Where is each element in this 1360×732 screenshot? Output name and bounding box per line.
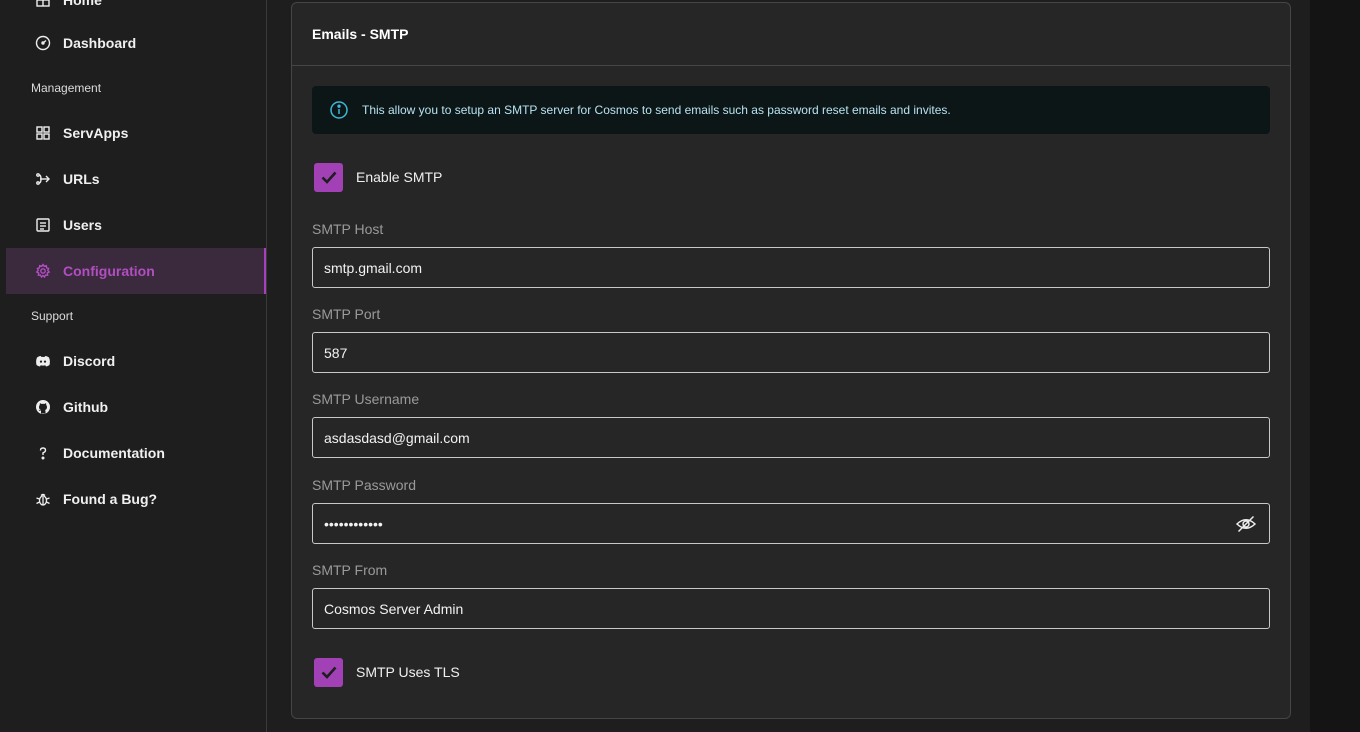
sidebar-item-label: Github: [63, 399, 109, 415]
smtp-uses-tls-row: SMTP Uses TLS: [312, 657, 460, 687]
section-label-management: Management: [31, 81, 102, 95]
enable-smtp-checkbox[interactable]: [314, 162, 343, 192]
info-icon: [329, 100, 349, 120]
sidebar-item-label: Discord: [63, 353, 116, 369]
bug-icon: [34, 490, 52, 508]
sidebar-item-documentation[interactable]: Documentation: [6, 430, 266, 476]
smtp-username-input[interactable]: asdasdasd@gmail.com: [312, 417, 1270, 458]
smtp-password-label: SMTP Password: [312, 477, 416, 493]
sidebar-item-label: ServApps: [63, 125, 129, 141]
sidebar-item-label: Documentation: [63, 445, 165, 461]
github-icon: [34, 398, 52, 416]
sidebar-item-users[interactable]: Users: [6, 202, 266, 248]
smtp-uses-tls-label: SMTP Uses TLS: [356, 664, 460, 680]
question-icon: [34, 444, 52, 462]
info-alert: This allow you to setup an SMTP server f…: [312, 86, 1270, 134]
smtp-from-label: SMTP From: [312, 562, 388, 578]
section-label-support: Support: [31, 309, 74, 323]
discord-icon: [34, 352, 52, 370]
sidebar-item-found-a-bug[interactable]: Found a Bug?: [6, 476, 266, 522]
enable-smtp-row: Enable SMTP: [312, 162, 442, 192]
smtp-host-label: SMTP Host: [312, 221, 384, 237]
sidebar-item-dashboard[interactable]: Dashboard: [6, 20, 266, 66]
smtp-settings-card: Emails - SMTP This allow you to setup an…: [291, 2, 1291, 719]
enable-smtp-label: Enable SMTP: [356, 169, 443, 185]
sidebar-item-urls[interactable]: URLs: [6, 156, 266, 202]
sidebar-item-label: Home: [63, 0, 102, 8]
card-title: Emails - SMTP: [292, 3, 1290, 66]
smtp-password-input[interactable]: ••••••••••••: [324, 516, 383, 532]
sidebar-item-label: Configuration: [63, 263, 155, 279]
sidebar-item-configuration[interactable]: Configuration: [6, 248, 266, 294]
sidebar-item-servapps[interactable]: ServApps: [6, 110, 266, 156]
info-text: This allow you to setup an SMTP server f…: [362, 103, 951, 117]
smtp-from-input[interactable]: Cosmos Server Admin: [312, 588, 1270, 629]
sidebar-item-discord[interactable]: Discord: [6, 338, 266, 384]
smtp-uses-tls-checkbox[interactable]: [314, 657, 343, 687]
route-icon: [34, 170, 52, 188]
eye-off-icon[interactable]: [1235, 513, 1257, 535]
sidebar-item-label: URLs: [63, 171, 100, 187]
sidebar-item-github[interactable]: Github: [6, 384, 266, 430]
home-icon: [34, 0, 52, 9]
smtp-password-field[interactable]: ••••••••••••: [312, 503, 1270, 544]
dashboard-icon: [34, 34, 52, 52]
grid-icon: [34, 124, 52, 142]
smtp-port-input[interactable]: 587: [312, 332, 1270, 373]
smtp-host-input[interactable]: smtp.gmail.com: [312, 247, 1270, 288]
sidebar-item-label: Users: [63, 217, 102, 233]
gear-icon: [34, 262, 52, 280]
sidebar-item-label: Dashboard: [63, 35, 137, 51]
user-list-icon: [34, 216, 52, 234]
page-background-strip: [1310, 0, 1360, 732]
smtp-username-label: SMTP Username: [312, 391, 420, 407]
sidebar-item-label: Found a Bug?: [63, 491, 158, 507]
sidebar: Home Dashboard Management ServApps URLs …: [0, 0, 267, 732]
smtp-port-label: SMTP Port: [312, 306, 381, 322]
